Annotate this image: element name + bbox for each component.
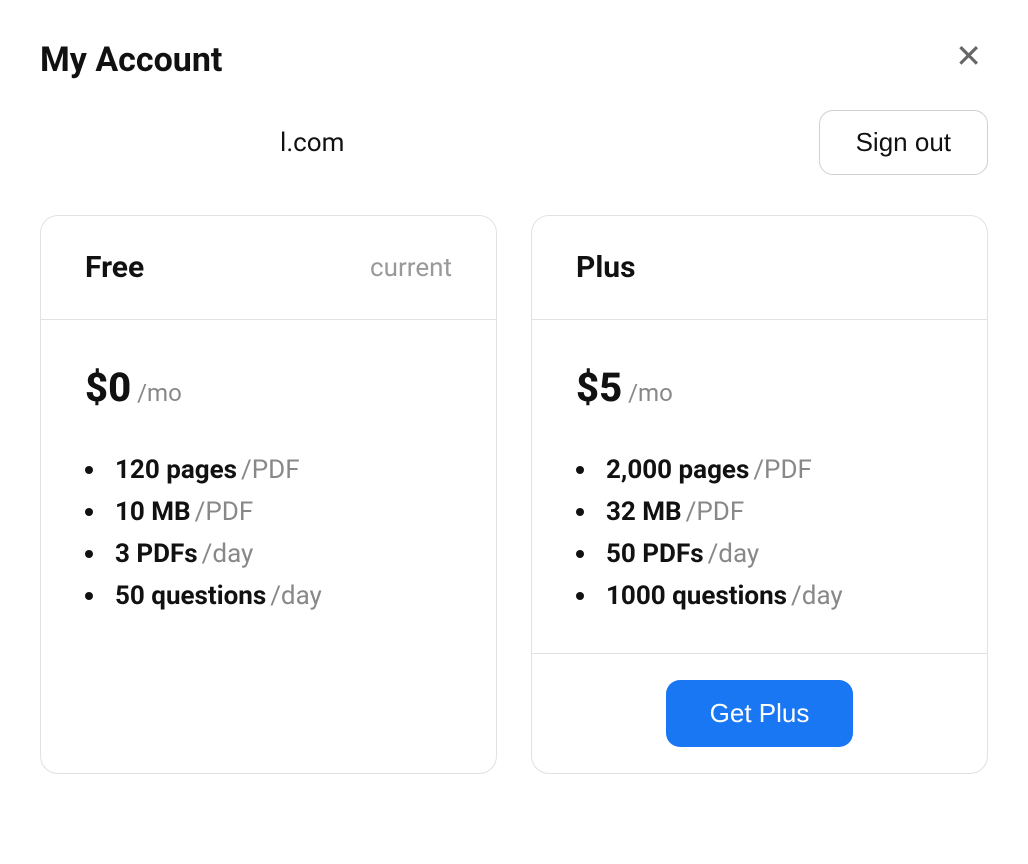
bullet-icon <box>85 550 93 558</box>
bullet-icon <box>85 592 93 600</box>
feature-unit: /day <box>270 581 322 611</box>
plan-header: Free current <box>41 216 496 320</box>
plan-body: $5 /mo 2,000 pages /PDF 32 MB /PDF 50 PD… <box>532 320 987 653</box>
feature-value: 32 MB <box>606 497 682 527</box>
plan-footer: Get Plus <box>532 653 987 773</box>
feature-value: 10 MB <box>115 497 191 527</box>
plan-price: $5 <box>576 364 622 411</box>
bullet-icon <box>576 466 584 474</box>
plan-current-badge: current <box>370 253 452 283</box>
price-row: $0 /mo <box>85 364 452 411</box>
feature-value: 120 pages <box>115 455 237 485</box>
features-list: 120 pages /PDF 10 MB /PDF 3 PDFs /day 50… <box>85 455 452 611</box>
account-row: l.com Sign out <box>40 110 988 175</box>
feature-value: 2,000 pages <box>606 455 749 485</box>
bullet-icon <box>85 508 93 516</box>
bullet-icon <box>85 466 93 474</box>
list-item: 120 pages /PDF <box>85 455 452 485</box>
close-button[interactable]: ✕ <box>949 40 988 72</box>
list-item: 1000 questions /day <box>576 581 943 611</box>
plan-body: $0 /mo 120 pages /PDF 10 MB /PDF 3 PDFs <box>41 320 496 773</box>
feature-unit: /PDF <box>753 455 812 485</box>
feature-unit: /day <box>791 581 843 611</box>
list-item: 32 MB /PDF <box>576 497 943 527</box>
feature-unit: /PDF <box>686 497 745 527</box>
feature-value: 50 questions <box>115 581 266 611</box>
feature-value: 3 PDFs <box>115 539 198 569</box>
feature-value: 50 PDFs <box>606 539 704 569</box>
plan-card-free: Free current $0 /mo 120 pages /PDF 10 MB… <box>40 215 497 774</box>
plan-name: Free <box>85 250 144 285</box>
bullet-icon <box>576 508 584 516</box>
plans-container: Free current $0 /mo 120 pages /PDF 10 MB… <box>40 215 988 774</box>
plan-card-plus: Plus $5 /mo 2,000 pages /PDF 32 MB /PDF <box>531 215 988 774</box>
price-row: $5 /mo <box>576 364 943 411</box>
plan-price: $0 <box>85 364 131 411</box>
features-list: 2,000 pages /PDF 32 MB /PDF 50 PDFs /day… <box>576 455 943 611</box>
list-item: 3 PDFs /day <box>85 539 452 569</box>
plan-price-period: /mo <box>137 379 182 407</box>
plan-header: Plus <box>532 216 987 320</box>
list-item: 2,000 pages /PDF <box>576 455 943 485</box>
list-item: 50 PDFs /day <box>576 539 943 569</box>
account-email: l.com <box>40 128 344 158</box>
list-item: 10 MB /PDF <box>85 497 452 527</box>
header-row: My Account ✕ <box>40 40 988 80</box>
plan-price-period: /mo <box>628 379 673 407</box>
feature-unit: /PDF <box>241 455 300 485</box>
feature-value: 1000 questions <box>606 581 787 611</box>
feature-unit: /day <box>708 539 760 569</box>
feature-unit: /PDF <box>195 497 254 527</box>
feature-unit: /day <box>202 539 254 569</box>
bullet-icon <box>576 550 584 558</box>
plan-name: Plus <box>576 250 636 285</box>
get-plus-button[interactable]: Get Plus <box>666 680 854 747</box>
signout-button[interactable]: Sign out <box>819 110 988 175</box>
close-icon: ✕ <box>955 38 982 74</box>
list-item: 50 questions /day <box>85 581 452 611</box>
page-title: My Account <box>40 40 222 80</box>
bullet-icon <box>576 592 584 600</box>
